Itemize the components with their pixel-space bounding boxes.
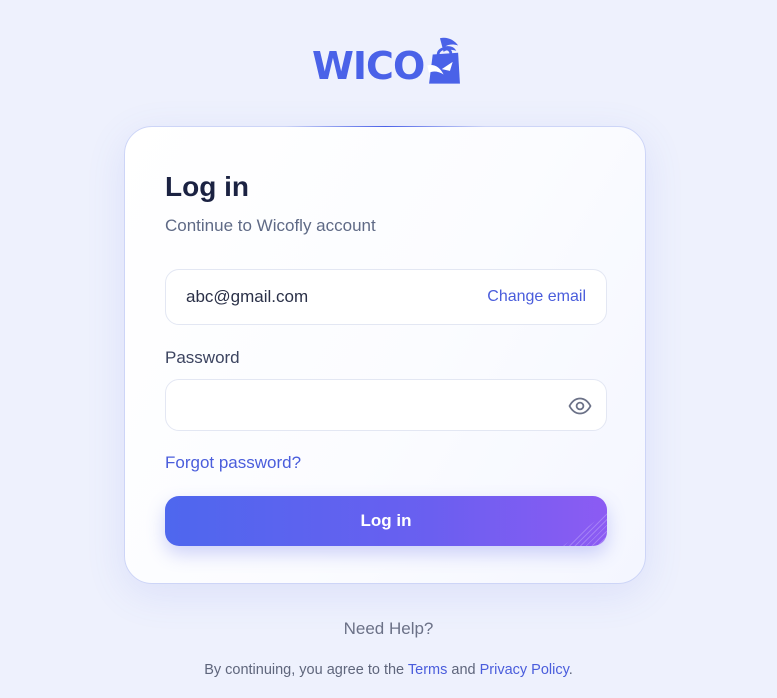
winged-bag-icon (427, 37, 461, 84)
logo-text: WICO (312, 44, 425, 88)
eye-icon[interactable] (568, 394, 592, 418)
need-help-link[interactable]: Need Help? (0, 619, 777, 639)
email-display: abc@gmail.com Change email (165, 269, 607, 325)
privacy-policy-link[interactable]: Privacy Policy (480, 662, 569, 678)
card-accent-line (285, 126, 485, 127)
terms-link[interactable]: Terms (408, 662, 447, 678)
change-email-link[interactable]: Change email (487, 288, 586, 306)
login-button-label: Log in (360, 511, 412, 530)
password-field-wrapper (165, 379, 607, 431)
button-decoration (563, 512, 607, 546)
legal-prefix: By continuing, you agree to the (204, 662, 408, 678)
legal-notice: By continuing, you agree to the Terms an… (0, 662, 777, 678)
page-subtitle: Continue to Wicofly account (165, 216, 376, 235)
email-value: abc@gmail.com (186, 287, 309, 306)
legal-and: and (447, 662, 480, 678)
password-input[interactable] (166, 380, 586, 430)
page-title: Log in (165, 171, 249, 202)
password-label: Password (165, 348, 240, 367)
wico-logo: WICO (312, 30, 462, 88)
legal-suffix: . (568, 662, 573, 678)
login-button[interactable]: Log in (165, 496, 607, 546)
login-card: Log in Continue to Wicofly account abc@g… (124, 126, 646, 584)
forgot-password-link[interactable]: Forgot password? (165, 453, 301, 473)
